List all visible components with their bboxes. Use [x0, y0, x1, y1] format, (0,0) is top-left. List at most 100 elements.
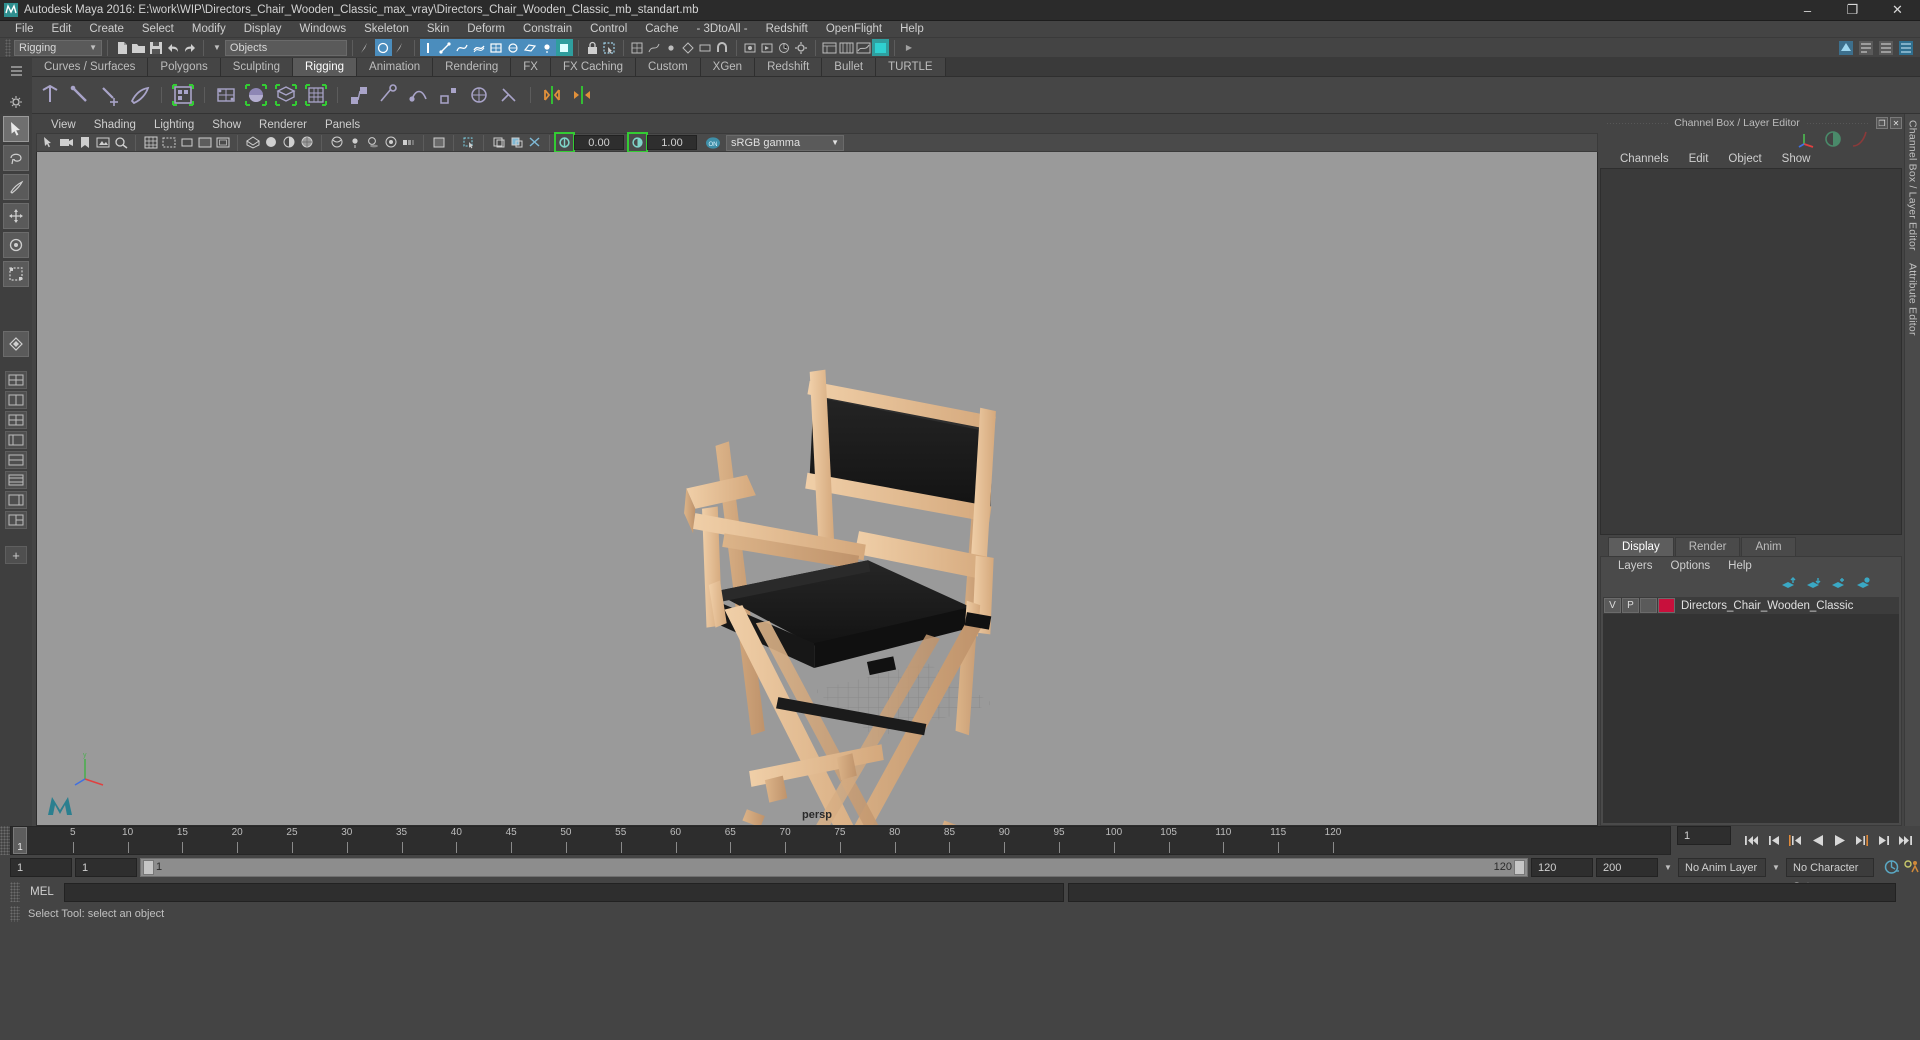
- viewport-menu-item-renderer[interactable]: Renderer: [250, 119, 316, 131]
- vp-xray-icon[interactable]: [460, 134, 477, 151]
- show-hide-modeling-toolkit-icon[interactable]: [1837, 39, 1854, 56]
- anim-layer-field[interactable]: No Anim Layer: [1678, 857, 1766, 877]
- shelf-create-joint-icon[interactable]: [36, 81, 64, 109]
- saved-layout-add-button[interactable]: +: [5, 546, 27, 564]
- play-forwards-button[interactable]: [1831, 832, 1848, 849]
- open-outliner-icon[interactable]: [821, 39, 838, 56]
- channel-box-menu-item-object[interactable]: Object: [1718, 153, 1771, 165]
- shelf-tab-curves-surfaces[interactable]: Curves / Surfaces: [32, 58, 149, 76]
- viewport-menu-item-shading[interactable]: Shading: [85, 119, 145, 131]
- minimize-button[interactable]: –: [1785, 0, 1830, 21]
- layer-name[interactable]: Directors_Chair_Wooden_Classic: [1681, 600, 1853, 612]
- snap-projected-icon[interactable]: [680, 39, 697, 56]
- shelf-tab-fx-caching[interactable]: FX Caching: [550, 58, 637, 76]
- vp-lights-display-icon[interactable]: [346, 134, 363, 151]
- command-line-gripper[interactable]: [10, 882, 20, 902]
- menu-item-constrain[interactable]: Constrain: [514, 21, 581, 38]
- character-set-field[interactable]: No Character Set: [1786, 857, 1874, 893]
- shelf-deform-wrap-icon[interactable]: [272, 81, 300, 109]
- script-language-label[interactable]: MEL: [24, 886, 60, 898]
- layer-row[interactable]: V P Directors_Chair_Wooden_Classic: [1603, 597, 1899, 614]
- step-forward-frame-button[interactable]: [1875, 832, 1892, 849]
- layout-four-pane-button[interactable]: [5, 411, 27, 429]
- layout-hypershade-button[interactable]: [5, 471, 27, 489]
- mask-misc-icon[interactable]: [555, 39, 573, 56]
- selection-mask-dropdown[interactable]: Objects: [224, 39, 347, 56]
- shelf-tab-rendering[interactable]: Rendering: [433, 58, 512, 76]
- step-back-frame-button[interactable]: [1765, 832, 1782, 849]
- channel-box-menu-item-edit[interactable]: Edit: [1679, 153, 1719, 165]
- shelf-tab-rigging[interactable]: Rigging: [293, 58, 358, 76]
- vp-image-plane-icon[interactable]: [94, 134, 111, 151]
- menu-item-skin[interactable]: Skin: [418, 21, 458, 38]
- show-hide-channel-box-icon[interactable]: [1897, 39, 1914, 56]
- shelf-ik-handle-icon[interactable]: [66, 81, 94, 109]
- vp-exposure-toggle-icon[interactable]: [554, 132, 575, 153]
- mask-handles-icon[interactable]: [419, 39, 437, 56]
- vp-screen-space-ao-icon[interactable]: [382, 134, 399, 151]
- current-time-indicator[interactable]: 1: [13, 827, 27, 854]
- range-slider-right-handle[interactable]: [1514, 859, 1525, 875]
- rotate-tool-button[interactable]: [3, 232, 29, 258]
- ipr-render-icon[interactable]: [776, 39, 793, 56]
- lock-selection-icon[interactable]: [584, 39, 601, 56]
- layout-single-pane-button[interactable]: [5, 371, 27, 389]
- shelf-tab-menu-icon[interactable]: [8, 62, 25, 79]
- menu-item-openflight[interactable]: OpenFlight: [817, 21, 891, 38]
- menu-item-modify[interactable]: Modify: [183, 21, 235, 38]
- layer-tab-render[interactable]: Render: [1674, 537, 1741, 556]
- redo-icon[interactable]: [181, 39, 198, 56]
- vp-color-management-toggle-icon[interactable]: ON: [704, 134, 721, 151]
- vp-gate-mask-icon[interactable]: [196, 134, 213, 151]
- panel-float-icon[interactable]: ❐: [1876, 117, 1888, 129]
- vp-bookmark-icon[interactable]: [76, 134, 93, 151]
- quick-rig-icon[interactable]: [1824, 130, 1842, 151]
- vp-xray-joints-icon[interactable]: [490, 134, 507, 151]
- menu-item-skeleton[interactable]: Skeleton: [355, 21, 418, 38]
- layout-three-pane-button[interactable]: [5, 511, 27, 529]
- animation-start-field[interactable]: 1: [75, 857, 137, 877]
- shelf-tab-xgen[interactable]: XGen: [700, 58, 756, 76]
- time-slider-gripper[interactable]: [0, 826, 10, 855]
- layout-persp-graph-button[interactable]: [5, 451, 27, 469]
- step-back-key-button[interactable]: [1787, 832, 1804, 849]
- menu-item-3dtoall[interactable]: - 3DtoAll -: [688, 21, 757, 38]
- last-tool-button[interactable]: [3, 331, 29, 357]
- mask-surfaces-icon[interactable]: [470, 39, 488, 56]
- viewport-3d-canvas[interactable]: y persp: [36, 152, 1598, 826]
- auto-keyframe-toggle-icon[interactable]: [1883, 859, 1900, 876]
- shelf-paint-weights-icon[interactable]: [126, 81, 154, 109]
- open-scene-icon[interactable]: [130, 39, 147, 56]
- menu-item-help[interactable]: Help: [891, 21, 933, 38]
- select-by-object-type-icon[interactable]: [374, 39, 392, 56]
- vp-color-profile-dropdown[interactable]: sRGB gamma ▼: [726, 134, 844, 151]
- mask-lights-icon[interactable]: [538, 39, 556, 56]
- toolbar-gripper[interactable]: [5, 38, 11, 57]
- play-backwards-button[interactable]: [1809, 832, 1826, 849]
- snap-grid-icon[interactable]: [629, 39, 646, 56]
- menu-item-cache[interactable]: Cache: [636, 21, 687, 38]
- shelf-deform-wire-icon[interactable]: [302, 81, 330, 109]
- menu-item-file[interactable]: File: [6, 21, 43, 38]
- vp-camera-attributes-icon[interactable]: [58, 134, 75, 151]
- go-to-end-button[interactable]: [1897, 832, 1914, 849]
- panel-close-icon[interactable]: ✕: [1890, 117, 1902, 129]
- viewport-menu-item-panels[interactable]: Panels: [316, 119, 369, 131]
- show-hide-attribute-editor-icon[interactable]: [1857, 39, 1874, 56]
- channel-box-menu-item-show[interactable]: Show: [1772, 153, 1821, 165]
- render-settings-icon[interactable]: [793, 39, 810, 56]
- command-input-field[interactable]: [64, 882, 1064, 902]
- highlight-selection-icon[interactable]: [601, 39, 618, 56]
- vp-shadows-icon[interactable]: [364, 134, 381, 151]
- shelf-tab-fx[interactable]: FX: [511, 58, 551, 76]
- vertical-tab-attribute-editor[interactable]: Attribute Editor: [1907, 263, 1919, 336]
- move-layer-up-icon[interactable]: [1781, 577, 1796, 593]
- vp-film-gate-icon[interactable]: [160, 134, 177, 151]
- shelf-mirror-joint-icon[interactable]: [538, 81, 566, 109]
- lasso-tool-button[interactable]: [3, 145, 29, 171]
- select-by-hierarchy-icon[interactable]: [358, 39, 375, 56]
- render-view-icon[interactable]: [742, 39, 759, 56]
- layer-type-toggle[interactable]: [1640, 598, 1657, 613]
- shelf-deform-lattice-icon[interactable]: [212, 81, 240, 109]
- shelf-bind-skin-icon[interactable]: [169, 81, 197, 109]
